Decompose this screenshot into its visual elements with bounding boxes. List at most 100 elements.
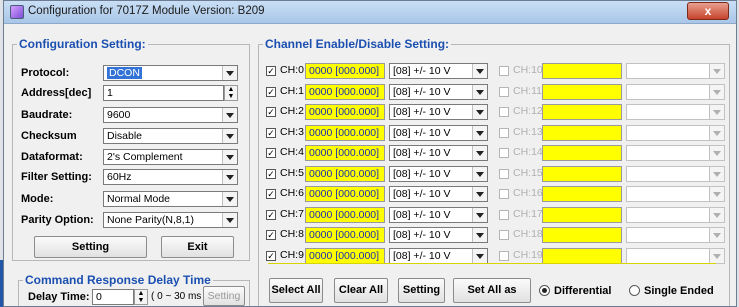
range-select-ch0[interactable]: [08] +/- 10 V [389,63,488,79]
chevron-down-icon[interactable] [709,249,724,263]
dataformat-label: Dataformat: [21,151,83,163]
delay-time-input[interactable]: 0 [92,289,134,305]
chevron-down-icon[interactable] [709,187,724,201]
label-ch17: CH:17 [513,208,543,220]
checkbox-ch9[interactable]: ✓ [266,251,276,261]
mode-select[interactable]: Normal Mode [103,191,238,207]
close-button[interactable]: x [687,2,729,20]
checkbox-ch13[interactable] [499,128,509,138]
filter-select[interactable]: 60Hz [103,169,238,185]
checkbox-ch6[interactable]: ✓ [266,189,276,199]
chevron-down-icon[interactable] [709,146,724,160]
separator-line [268,263,716,264]
chevron-down-icon[interactable] [472,146,487,160]
range-select-ch14[interactable] [626,145,725,161]
checkbox-ch17[interactable] [499,210,509,220]
range-select-ch9[interactable]: [08] +/- 10 V [389,248,488,264]
chevron-down-icon[interactable] [222,66,237,80]
baudrate-select[interactable]: 9600 [103,107,238,123]
chevron-down-icon[interactable] [472,64,487,78]
chevron-down-icon[interactable] [709,85,724,99]
label-ch12: CH:12 [513,105,543,117]
chevron-down-icon[interactable] [222,170,237,184]
chevron-down-icon[interactable] [222,108,237,122]
chevron-down-icon[interactable] [222,192,237,206]
checkbox-ch11[interactable] [499,87,509,97]
range-select-ch7[interactable]: [08] +/- 10 V [389,207,488,223]
range-select-ch18[interactable] [626,227,725,243]
chevron-down-icon[interactable] [709,64,724,78]
range-select-ch5[interactable]: [08] +/- 10 V [389,166,488,182]
chevron-down-icon[interactable] [222,150,237,164]
range-select-ch16[interactable] [626,186,725,202]
address-input[interactable]: 1 [103,85,224,101]
protocol-select[interactable]: DCON [103,65,238,81]
chevron-down-icon[interactable] [472,249,487,263]
checkbox-ch15[interactable] [499,169,509,179]
chevron-down-icon[interactable] [222,213,237,227]
chevron-down-icon[interactable] [472,105,487,119]
checkbox-ch12[interactable] [499,107,509,117]
chevron-down-icon[interactable] [472,167,487,181]
chevron-down-icon[interactable] [709,167,724,181]
address-spinner[interactable]: ▲ ▼ [224,85,238,101]
chevron-down-icon[interactable] [472,187,487,201]
chevron-down-icon[interactable] [709,105,724,119]
range-select-ch6[interactable]: [08] +/- 10 V [389,186,488,202]
range-select-ch12[interactable] [626,104,725,120]
label-ch5: CH:5 [280,167,304,179]
dataformat-select[interactable]: 2's Complement [103,149,238,165]
range-select-ch2[interactable]: [08] +/- 10 V [389,104,488,120]
dataformat-value: 2's Complement [107,151,183,163]
range-select-ch4[interactable]: [08] +/- 10 V [389,145,488,161]
exit-button[interactable]: Exit [161,236,234,258]
chevron-down-icon[interactable] [709,208,724,222]
checksum-select[interactable]: Disable [103,128,238,144]
checkbox-ch5[interactable]: ✓ [266,169,276,179]
range-select-ch1[interactable]: [08] +/- 10 V [389,84,488,100]
config-setting-button[interactable]: Setting [34,236,147,258]
differential-radio[interactable] [539,285,550,296]
chevron-down-icon[interactable] [709,126,724,140]
checkbox-ch0[interactable]: ✓ [266,66,276,76]
delay-setting-button[interactable]: Setting [203,286,245,306]
delay-time-spinner[interactable]: ▲ ▼ [134,289,148,305]
select-all-button[interactable]: Select All [269,278,323,303]
checkbox-ch1[interactable]: ✓ [266,87,276,97]
value-ch2: 0000 [000.000] [305,104,385,120]
checkbox-ch2[interactable]: ✓ [266,107,276,117]
checkbox-ch8[interactable]: ✓ [266,230,276,240]
parity-select[interactable]: None Parity(N,8,1) [103,212,238,228]
range-select-ch19[interactable] [626,248,725,264]
checkbox-ch3[interactable]: ✓ [266,128,276,138]
checkbox-ch10[interactable] [499,66,509,76]
chevron-down-icon[interactable] [709,228,724,242]
label-ch11: CH:11 [513,85,542,97]
chevron-down-icon[interactable] [222,129,237,143]
checkbox-ch16[interactable] [499,189,509,199]
range-select-ch8[interactable]: [08] +/- 10 V [389,227,488,243]
range-select-ch3[interactable]: [08] +/- 10 V [389,125,488,141]
channel-setting-legend: Channel Enable/Disable Setting: [265,37,450,51]
range-select-ch13[interactable] [626,125,725,141]
label-ch10: CH:10 [513,64,543,76]
checkbox-ch14[interactable] [499,148,509,158]
range-select-ch10[interactable] [626,63,725,79]
address-value: 1 [107,87,113,99]
chevron-down-icon[interactable] [472,85,487,99]
checkbox-ch4[interactable]: ✓ [266,148,276,158]
range-select-ch17[interactable] [626,207,725,223]
chevron-down-icon[interactable] [472,228,487,242]
checkbox-ch19[interactable] [499,251,509,261]
single-ended-radio[interactable] [629,285,640,296]
range-select-ch11[interactable] [626,84,725,100]
range-select-ch15[interactable] [626,166,725,182]
set-all-as-ch0-button[interactable]: Set All as CH:0 [453,278,531,303]
value-ch19 [542,248,622,264]
clear-all-button[interactable]: Clear All [334,278,388,303]
checkbox-ch18[interactable] [499,230,509,240]
chevron-down-icon[interactable] [472,126,487,140]
chevron-down-icon[interactable] [472,208,487,222]
checkbox-ch7[interactable]: ✓ [266,210,276,220]
channel-setting-button[interactable]: Setting [398,278,445,303]
